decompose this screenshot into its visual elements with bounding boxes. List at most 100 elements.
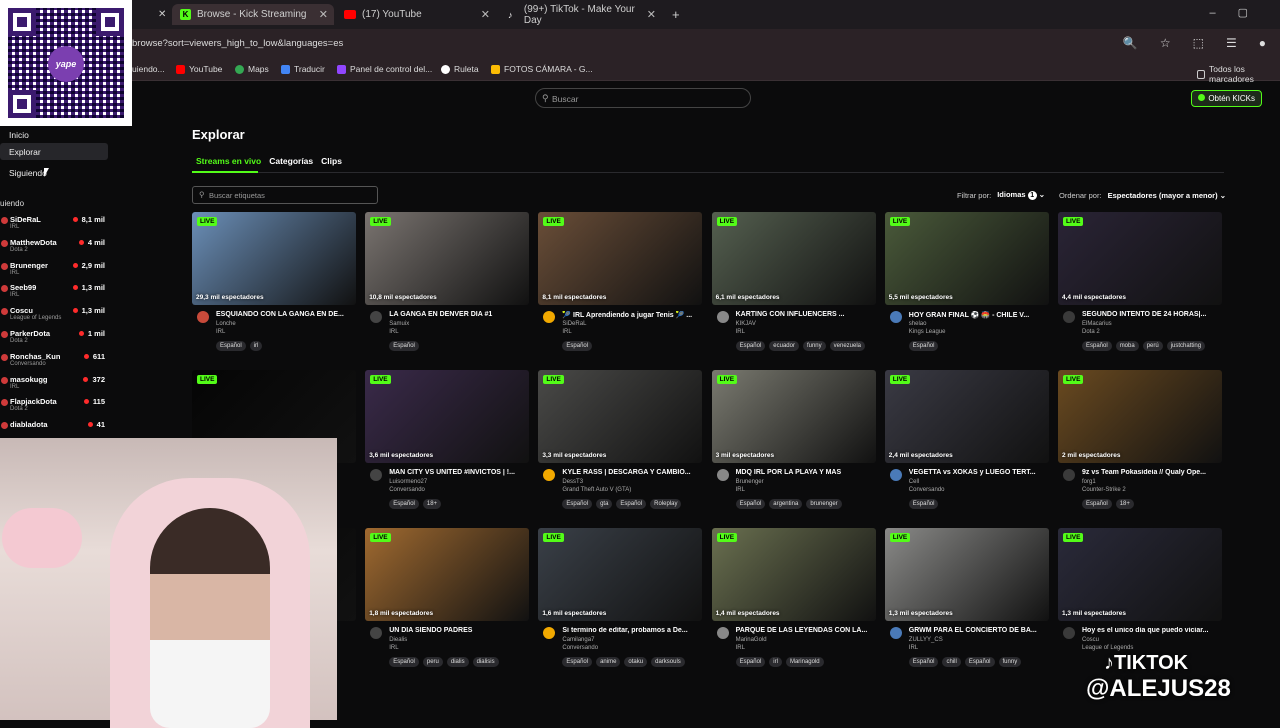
stream-thumbnail[interactable]: LIVE 3,3 mil espectadores	[538, 370, 703, 463]
stream-card[interactable]: LIVE 2 mil espectadores 9z vs Team Pokasid…	[1058, 370, 1222, 520]
stream-tag[interactable]: dialisis	[472, 657, 499, 667]
close-icon[interactable]: ✕	[481, 8, 490, 21]
sidebar-channel[interactable]: Seeb99 IRL 1,3 mil	[1, 283, 108, 305]
stream-thumbnail[interactable]: LIVE 2 mil espectadores	[1058, 370, 1222, 463]
channel-avatar[interactable]	[370, 469, 383, 481]
channel-name[interactable]: Luisormeno27	[389, 479, 427, 485]
tab-categories[interactable]: Categorías	[269, 156, 313, 166]
sidebar-channel[interactable]: FlapjackDota Dota 2 115	[1, 397, 108, 419]
stream-thumbnail[interactable]: LIVE 6,1 mil espectadores	[711, 212, 876, 305]
stream-card[interactable]: LIVE 1,6 mil espectadores Si termino de ed…	[538, 528, 703, 678]
stream-thumbnail[interactable]: LIVE 8,1 mil espectadores	[538, 212, 703, 305]
stream-title[interactable]: SEGUNDO INTENTO DE 24 HORAS|...	[1082, 311, 1220, 318]
stream-category[interactable]: IRL	[736, 487, 745, 493]
stream-tag[interactable]: otaku	[624, 657, 648, 667]
bookmark-maps[interactable]: Maps	[235, 64, 269, 74]
stream-category[interactable]: IRL	[909, 645, 918, 651]
stream-tag[interactable]: Español	[735, 499, 766, 509]
stream-tag[interactable]: irl	[249, 341, 263, 351]
stream-category[interactable]: IRL	[736, 645, 745, 651]
stream-tag[interactable]: Español	[389, 499, 419, 509]
channel-avatar[interactable]	[1063, 469, 1075, 481]
stream-thumbnail[interactable]: LIVE 2,4 mil espectadores	[884, 370, 1049, 463]
bookmark-siguiendo[interactable]: uiendo...	[132, 64, 165, 74]
stream-card[interactable]: LIVE 1,8 mil espectadores UN DÍA SIENDO PA…	[365, 528, 530, 678]
channel-avatar[interactable]	[543, 311, 556, 323]
bookmark-all[interactable]: Todos los marcadores	[1197, 64, 1280, 84]
stream-thumbnail[interactable]: LIVE 1,8 mil espectadores	[365, 528, 530, 621]
channel-name[interactable]: ZULLYY_CS	[909, 637, 943, 643]
stream-category[interactable]: Dota 2	[1082, 329, 1100, 335]
window-controls[interactable]: –▢	[1209, 6, 1270, 19]
sidebar-channel[interactable]: MatthewDota Dota 24 mil	[1, 238, 108, 260]
stream-category[interactable]: IRL	[736, 329, 745, 335]
stream-tag[interactable]: justchatting	[1166, 341, 1206, 351]
channel-name[interactable]: ElMacarius	[1082, 321, 1112, 327]
tab-youtube[interactable]: (17) YouTube ✕	[336, 4, 496, 25]
tab-kick[interactable]: K Browse - Kick Streaming ✕	[172, 4, 334, 25]
channel-avatar[interactable]	[889, 469, 902, 481]
stream-tag[interactable]: chill	[942, 657, 961, 667]
stream-thumbnail[interactable]: LIVE 1,4 mil espectadores	[711, 528, 876, 621]
sidebar-channel[interactable]: ParkerDota Dota 21 mil	[1, 329, 108, 351]
get-kicks-button[interactable]: Obtén KICKs	[1191, 90, 1262, 107]
sidebar-channel[interactable]: masokugg IRL 372	[1, 375, 108, 397]
channel-avatar[interactable]	[889, 627, 902, 639]
stream-category[interactable]: Grand Theft Auto V (GTA)	[562, 487, 631, 493]
tab-tiktok[interactable]: ♪ (99+) TikTok - Make Your Day ✕	[500, 4, 662, 26]
channel-avatar[interactable]	[197, 311, 209, 323]
channel-avatar[interactable]	[716, 311, 729, 323]
search-input[interactable]: ⚲ Buscar	[535, 88, 751, 108]
stream-card[interactable]: LIVE 6,1 mil espectadores KARTING CON INFL…	[711, 212, 876, 362]
stream-card[interactable]: LIVE 5,5 mil espectadores HOY GRAN FINAL ⚽…	[884, 212, 1049, 362]
tag-search-input[interactable]: ⚲ Buscar etiquetas	[192, 186, 378, 204]
channel-name[interactable]: Diealis	[389, 637, 407, 643]
channel-name[interactable]: KIKJAV	[736, 321, 756, 327]
channel-avatar[interactable]	[543, 469, 556, 481]
sidebar-item-siguiendo[interactable]: Siguiendo	[0, 164, 108, 181]
stream-tag[interactable]: Español	[389, 657, 419, 667]
extensions-icon[interactable]: ⬚	[1193, 36, 1204, 50]
sidebar-channel[interactable]: Coscu League of Legends 1,3 mil	[1, 306, 108, 328]
stream-tag[interactable]: argentina	[769, 499, 803, 509]
sidebar-channel[interactable]: Brunenger IRL 2,9 mil	[1, 261, 108, 283]
stream-tag[interactable]: 18+	[422, 499, 442, 509]
stream-category[interactable]: IRL	[562, 329, 571, 335]
close-icon[interactable]: ✕	[319, 8, 328, 21]
stream-tag[interactable]: Español	[908, 341, 939, 351]
stream-thumbnail[interactable]: LIVE 3,6 mil espectadores	[365, 370, 530, 463]
stream-card[interactable]: LIVE 29,3 mil espectadores ESQUIANDO CON L…	[192, 212, 356, 362]
channel-name[interactable]: Camilanga7	[562, 637, 594, 643]
bookmark-youtube[interactable]: YouTube	[176, 64, 222, 74]
stream-title[interactable]: 🎾 IRL Aprendiendo a jugar Tenis 🎾 ...	[562, 311, 700, 319]
stream-thumbnail[interactable]: LIVE 4,4 mil espectadores	[1058, 212, 1222, 305]
sidebar-channel[interactable]: SiDeRaL IRL 8,1 mil	[1, 215, 108, 237]
channel-avatar[interactable]	[1063, 627, 1075, 639]
stream-thumbnail[interactable]: LIVE 3 mil espectadores	[711, 370, 876, 463]
stream-tag[interactable]: darksouls	[651, 657, 685, 667]
channel-avatar[interactable]	[370, 627, 383, 639]
stream-category[interactable]: Counter-Strike 2	[1082, 487, 1126, 493]
stream-thumbnail[interactable]: LIVE 29,3 mil espectadores	[192, 212, 356, 305]
stream-title[interactable]: PARQUE DE LAS LEYENDAS CON LA...	[736, 627, 874, 634]
channel-avatar[interactable]	[716, 469, 729, 481]
stream-card[interactable]: LIVE 3,3 mil espectadores KYLE RASS | DESC…	[538, 370, 703, 520]
stream-card[interactable]: LIVE 2,4 mil espectadores VEGETTA vs XOKAS…	[884, 370, 1049, 520]
close-icon[interactable]: ✕	[647, 8, 656, 21]
channel-avatar[interactable]	[716, 627, 729, 639]
channel-avatar[interactable]	[370, 311, 383, 323]
stream-tag[interactable]: funny	[802, 341, 826, 351]
channel-avatar[interactable]	[543, 627, 556, 639]
stream-tag[interactable]: Español	[616, 499, 647, 509]
bookmark-fotos[interactable]: FOTOS CÁMARA - G...	[491, 64, 593, 74]
stream-category[interactable]: Kings League	[909, 329, 946, 335]
stream-tag[interactable]: peru	[422, 657, 443, 667]
channel-name[interactable]: Lonche	[216, 321, 236, 327]
stream-tag[interactable]: Español	[908, 657, 939, 667]
tab-clips[interactable]: Clips	[321, 156, 342, 166]
stream-tag[interactable]: moba	[1115, 341, 1139, 351]
stream-category[interactable]: Conversando	[562, 645, 598, 651]
stream-tag[interactable]: Español	[562, 499, 593, 509]
bookmark-panel[interactable]: Panel de control del...	[337, 64, 432, 74]
bookmark-traducir[interactable]: Traducir	[281, 64, 325, 74]
